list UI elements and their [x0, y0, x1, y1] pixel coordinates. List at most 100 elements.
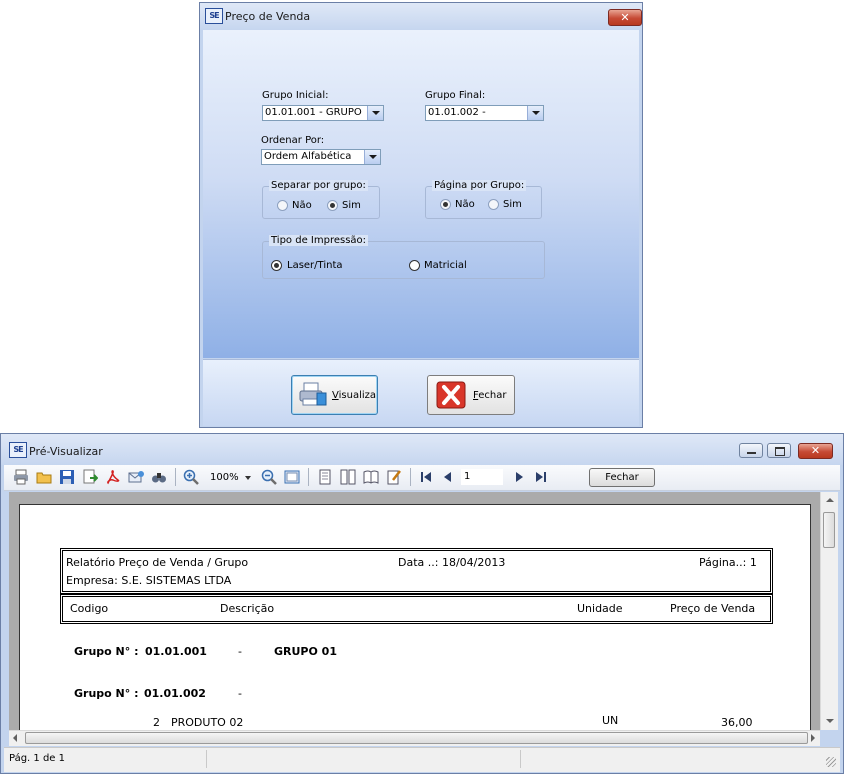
preco-venda-dialog: SE Preço de Venda ✕ Grupo Inicial: 01.01… — [199, 2, 643, 428]
find-icon[interactable] — [151, 469, 167, 485]
status-bar: Pág. 1 de 1 — [4, 747, 840, 772]
separar-por-grupo-group: Separar por grupo: Não Sim — [262, 180, 380, 219]
chevron-down-icon[interactable] — [364, 150, 380, 164]
last-page-icon[interactable] — [533, 469, 549, 485]
preview-viewport[interactable]: Relatório Preço de Venda / Grupo Data ..… — [9, 492, 820, 730]
report-company: Empresa: S.E. SISTEMAS LTDA — [66, 574, 232, 587]
vertical-scrollbar[interactable] — [820, 492, 838, 730]
horizontal-scroll-thumb[interactable] — [25, 732, 808, 744]
report-header-box: Relatório Preço de Venda / Grupo Data ..… — [60, 548, 773, 594]
tipo-impressao-legend: Tipo de Impressão: — [269, 235, 369, 246]
toolbar-separator — [410, 468, 411, 486]
pagina-sim-label[interactable]: Sim — [503, 199, 522, 210]
save-icon[interactable] — [59, 469, 75, 485]
dialog-titlebar[interactable]: SE Preço de Venda ✕ — [200, 3, 642, 30]
horizontal-scrollbar[interactable] — [9, 730, 820, 746]
grupo-final-value: 01.01.002 - — [428, 107, 486, 118]
pre-visualizar-window: SE Pré-Visualizar ✕ 100% 1 Fechar Relató… — [0, 433, 844, 774]
column-descricao: Descrição — [220, 602, 275, 615]
separar-sim-radio[interactable] — [327, 200, 338, 211]
scroll-left-icon[interactable] — [13, 734, 17, 742]
grupo-final-combo[interactable]: 01.01.002 - — [425, 105, 544, 121]
dialog-close-button[interactable]: ✕ — [608, 9, 642, 26]
preview-toolbar: 100% 1 Fechar — [4, 465, 840, 491]
ordenar-por-value: Ordem Alfabética — [264, 151, 352, 162]
scroll-up-icon[interactable] — [826, 498, 834, 502]
minimize-button[interactable] — [739, 443, 763, 458]
edit-page-icon[interactable] — [386, 469, 402, 485]
single-page-icon[interactable] — [317, 469, 333, 485]
grupo-inicial-combo[interactable]: 01.01.001 - GRUPO 01 — [262, 105, 384, 121]
toolbar-separator — [308, 468, 309, 486]
print-icon[interactable] — [13, 469, 29, 485]
group-label: Grupo N° : — [74, 687, 139, 700]
dialog-client-area: Grupo Inicial: 01.01.001 - GRUPO 01 Grup… — [203, 30, 639, 358]
next-page-icon[interactable] — [511, 469, 527, 485]
resize-grip-icon[interactable] — [826, 757, 836, 767]
status-divider — [520, 750, 521, 768]
page-number-value: 1 — [464, 471, 471, 482]
column-preco-venda: Preço de Venda — [670, 602, 756, 615]
laser-tinta-label[interactable]: Laser/Tinta — [287, 260, 343, 271]
zoom-level[interactable]: 100% — [210, 472, 239, 483]
scroll-down-icon[interactable] — [826, 719, 834, 723]
preview-titlebar[interactable]: SE Pré-Visualizar ✕ — [1, 434, 843, 465]
maximize-button[interactable] — [767, 443, 791, 458]
first-page-icon[interactable] — [418, 469, 434, 485]
status-divider — [206, 750, 207, 768]
prev-page-icon[interactable] — [440, 469, 456, 485]
email-icon[interactable] — [128, 469, 144, 485]
preview-close-button[interactable]: ✕ — [798, 443, 833, 459]
column-codigo: Codigo — [70, 602, 109, 615]
scroll-right-icon[interactable] — [811, 734, 815, 742]
matricial-radio[interactable] — [409, 260, 420, 271]
grupo-inicial-value: 01.01.001 - GRUPO 01 — [265, 107, 365, 118]
app-logo-icon: SE — [9, 442, 27, 458]
laser-tinta-radio[interactable] — [271, 260, 282, 271]
zoom-in-icon[interactable] — [183, 469, 199, 485]
app-logo-icon: SE — [205, 8, 223, 24]
separar-nao-label[interactable]: Não — [292, 200, 312, 211]
chevron-down-icon[interactable] — [367, 106, 383, 120]
group-label: Grupo N° : — [74, 645, 139, 658]
pagina-sim-radio[interactable] — [488, 199, 499, 210]
report-page: Relatório Preço de Venda / Grupo Data ..… — [19, 504, 811, 730]
toolbar-separator — [175, 468, 176, 486]
preview-fechar-button[interactable]: Fechar — [589, 468, 655, 487]
separar-sim-label[interactable]: Sim — [342, 200, 361, 211]
pagina-por-grupo-group: Página por Grupo: Não Sim — [425, 180, 542, 219]
group-dash: - — [238, 687, 242, 700]
separar-nao-radio[interactable] — [277, 200, 288, 211]
multi-page-icon[interactable] — [340, 469, 356, 485]
row-code: 2 — [153, 716, 160, 729]
minimize-icon — [747, 452, 756, 454]
ordenar-por-combo[interactable]: Ordem Alfabética — [261, 149, 381, 165]
open-folder-icon[interactable] — [36, 469, 52, 485]
group-code: 01.01.002 — [144, 687, 206, 700]
printer-preview-icon — [299, 382, 327, 406]
pdf-icon[interactable] — [105, 469, 121, 485]
fechar-button[interactable]: Fechar — [427, 375, 515, 415]
book-icon[interactable] — [363, 469, 379, 485]
pagina-nao-label[interactable]: Não — [455, 199, 475, 210]
tipo-impressao-group: Tipo de Impressão: Laser/Tinta Matricial — [262, 235, 545, 279]
vertical-scroll-thumb[interactable] — [823, 512, 835, 548]
dialog-button-bar: Visualiza Fechar — [203, 359, 639, 426]
preview-title: Pré-Visualizar — [29, 445, 103, 458]
pagina-por-grupo-legend: Página por Grupo: — [432, 180, 527, 191]
export-icon[interactable] — [82, 469, 98, 485]
pagina-nao-radio[interactable] — [440, 199, 451, 210]
chevron-down-icon[interactable] — [527, 106, 543, 120]
fit-page-icon[interactable] — [284, 469, 300, 485]
separar-por-grupo-legend: Separar por grupo: — [269, 180, 368, 191]
matricial-label[interactable]: Matricial — [424, 260, 467, 271]
zoom-dropdown-icon[interactable] — [245, 476, 251, 480]
grupo-final-label: Grupo Final: — [425, 90, 486, 101]
visualiza-button[interactable]: Visualiza — [291, 375, 378, 415]
report-date: Data ..: 18/04/2013 — [398, 556, 506, 569]
zoom-out-icon[interactable] — [261, 469, 277, 485]
page-number-input[interactable]: 1 — [461, 469, 503, 485]
fechar-label: Fechar — [473, 390, 507, 401]
close-icon: ✕ — [810, 444, 821, 457]
grupo-inicial-label: Grupo Inicial: — [262, 90, 329, 101]
